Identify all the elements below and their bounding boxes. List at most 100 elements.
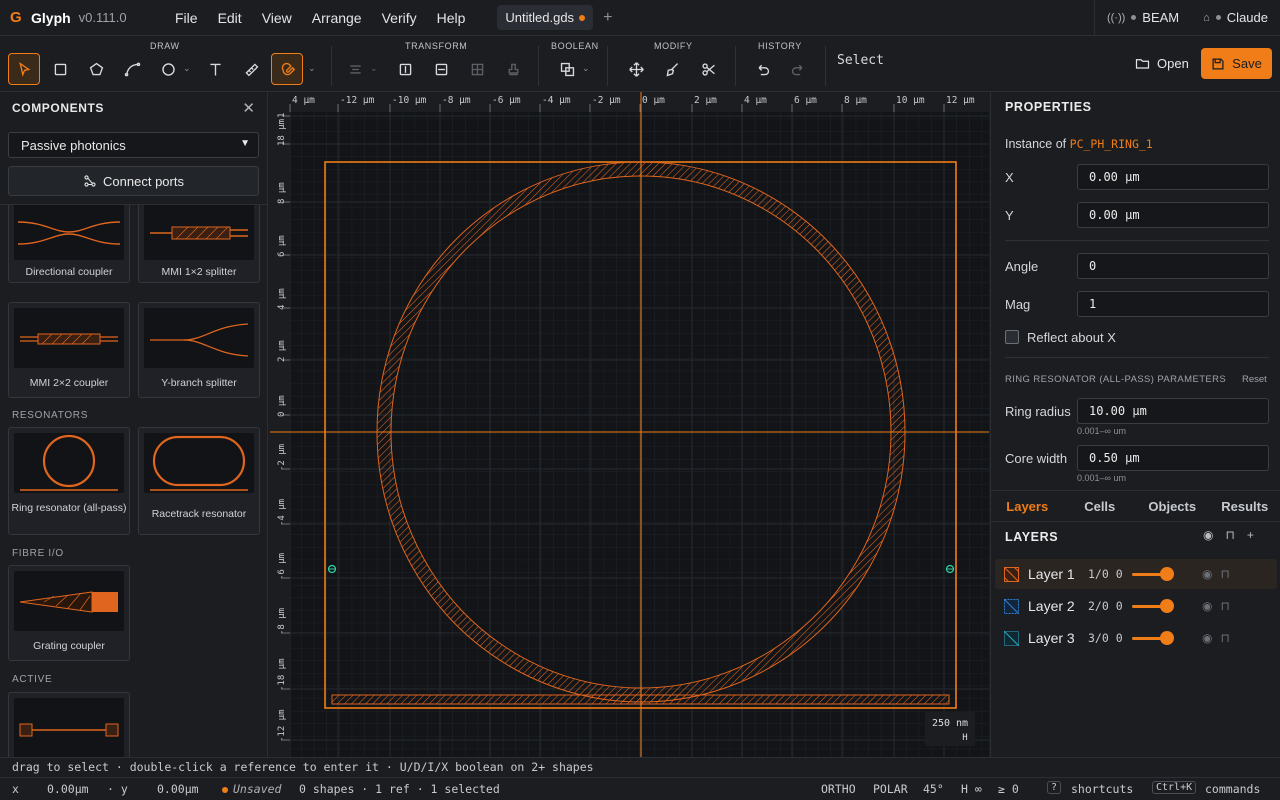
chevron-down-icon[interactable]: ⌄ [582,63,590,74]
component-label: Y-branch splitter [161,377,237,389]
chevron-down-icon[interactable]: ⌄ [183,63,191,74]
redo-button[interactable] [782,53,814,85]
component-card-grating-coupler[interactable]: Grating coupler [8,565,130,661]
port-tool-button[interactable] [271,53,303,85]
component-card-ring-resonator[interactable]: Ring resonator (all-pass) [8,427,130,535]
slider-knob[interactable] [1160,598,1174,613]
component-card-mmi-2x2[interactable]: MMI 2×2 coupler [8,302,130,398]
connect-ports-button[interactable]: Connect ports [8,166,259,196]
assistant-status[interactable]: ⌂ Claude [1191,10,1280,25]
lock-icon[interactable]: ⊓ [1220,567,1229,581]
add-layer-icon[interactable]: + [1247,528,1254,542]
array-button[interactable] [461,53,493,85]
layout-canvas[interactable]: 4 µm -12 µm -10 µm -8 µm -6 µm -4 µm -2 µm 0 µm… [270,92,989,757]
mmi-2x2-thumbnail [14,308,124,368]
reset-link[interactable]: Reset [1242,374,1267,385]
snap-angle[interactable]: 45° [923,782,944,796]
lock-icon[interactable]: ⊓ [1225,528,1234,542]
tab-results[interactable]: Results [1209,491,1280,521]
beam-status[interactable]: ((·)) BEAM [1095,10,1191,25]
brush-button[interactable] [656,53,688,85]
component-card-active[interactable] [8,692,130,757]
commands-link[interactable]: commands [1205,782,1260,796]
layer-row[interactable]: Layer 2 2/0 0 ◉ ⊓ [995,591,1277,621]
ruler-label: 18 µm [277,119,287,146]
menu-file[interactable]: File [165,10,208,26]
move-button[interactable] [620,53,652,85]
boolean-icon [560,62,574,76]
text-tool-button[interactable] [199,53,231,85]
library-select[interactable]: Passive photonics ▼ [8,132,259,158]
new-tab-icon[interactable]: + [603,9,612,27]
opacity-slider[interactable] [1132,598,1174,613]
layer-name[interactable]: Layer 3 [1028,630,1088,646]
menu-verify[interactable]: Verify [372,10,427,26]
x-input[interactable]: 0.00 µm [1077,164,1269,190]
tab-cells[interactable]: Cells [1064,491,1137,521]
status-bar: x 0.00µm · y 0.00µm Unsaved 0 shapes · 1… [0,777,1280,800]
menu-edit[interactable]: Edit [208,10,252,26]
tab-layers[interactable]: Layers [991,491,1064,521]
angle-input[interactable]: 0 [1077,253,1269,279]
component-card-directional-coupler[interactable]: Directional coupler [8,205,130,283]
document-tab[interactable]: Untitled.gds [497,5,594,30]
slider-knob[interactable] [1160,630,1174,645]
ruler-label: -12 µm [340,95,375,106]
tab-objects[interactable]: Objects [1136,491,1209,521]
racetrack-icon [150,435,248,491]
eye-icon[interactable]: ◉ [1202,567,1212,581]
close-icon[interactable]: ✕ [242,99,255,117]
layers-actions: ◉ ⊓ + [1203,528,1254,542]
y-input[interactable]: 0.00 µm [1077,202,1269,228]
ring-radius-input[interactable]: 10.00 µm [1077,398,1269,424]
layer-name[interactable]: Layer 1 [1028,566,1088,582]
opacity-slider[interactable] [1132,630,1174,645]
lock-icon[interactable]: ⊓ [1220,631,1229,645]
circle-tool-button[interactable] [152,53,184,85]
mag-input[interactable]: 1 [1077,291,1269,317]
ruler-label: 12 µm [946,95,975,106]
reflect-checkbox[interactable] [1005,330,1019,344]
open-button[interactable]: Open [1126,48,1198,78]
component-card-y-branch[interactable]: Y-branch splitter [138,302,260,398]
ortho-toggle[interactable]: ORTHO [821,782,856,796]
select-tool-button[interactable] [8,53,40,85]
polar-toggle[interactable]: POLAR [873,782,908,796]
flip-vertical-button[interactable] [425,53,457,85]
flip-horizontal-button[interactable] [389,53,421,85]
grid-icon [471,63,483,75]
menu-help[interactable]: Help [427,10,476,26]
chevron-down-icon[interactable]: ⌄ [308,63,316,74]
redo-icon [791,64,802,75]
component-card-mmi-1x2[interactable]: MMI 1×2 splitter [138,205,260,283]
core-width-input[interactable]: 0.50 µm [1077,445,1269,471]
instance-name[interactable]: PC_PH_RING_1 [1070,137,1153,151]
component-card-racetrack-resonator[interactable]: Racetrack resonator [138,427,260,535]
canvas-svg[interactable]: 4 µm -12 µm -10 µm -8 µm -6 µm -4 µm -2 µm 0 µm… [270,92,989,757]
rectangle-tool-button[interactable] [44,53,76,85]
lock-icon[interactable]: ⊓ [1220,599,1229,613]
layer-row[interactable]: Layer 1 1/0 0 ◉ ⊓ [995,559,1277,589]
stamp-button[interactable] [497,53,529,85]
path-tool-button[interactable] [116,53,148,85]
opacity-slider[interactable] [1132,566,1174,581]
menu-view[interactable]: View [252,10,302,26]
chevron-down-icon[interactable]: ⌄ [370,63,378,74]
align-icon [349,64,361,74]
ports-icon [84,175,96,187]
align-button[interactable] [339,53,371,85]
ruler-tool-button[interactable] [235,53,267,85]
shortcuts-link[interactable]: shortcuts [1071,782,1133,796]
eye-icon[interactable]: ◉ [1202,599,1212,613]
layer-name[interactable]: Layer 2 [1028,598,1088,614]
boolean-button[interactable] [551,53,583,85]
cut-button[interactable] [692,53,724,85]
slider-knob[interactable] [1160,566,1174,581]
layer-row[interactable]: Layer 3 3/0 0 ◉ ⊓ [995,623,1277,653]
undo-button[interactable] [746,53,778,85]
save-button[interactable]: Save [1201,48,1272,79]
menu-arrange[interactable]: Arrange [302,10,372,26]
polygon-tool-button[interactable] [80,53,112,85]
eye-icon[interactable]: ◉ [1202,631,1212,645]
eye-icon[interactable]: ◉ [1203,528,1213,542]
